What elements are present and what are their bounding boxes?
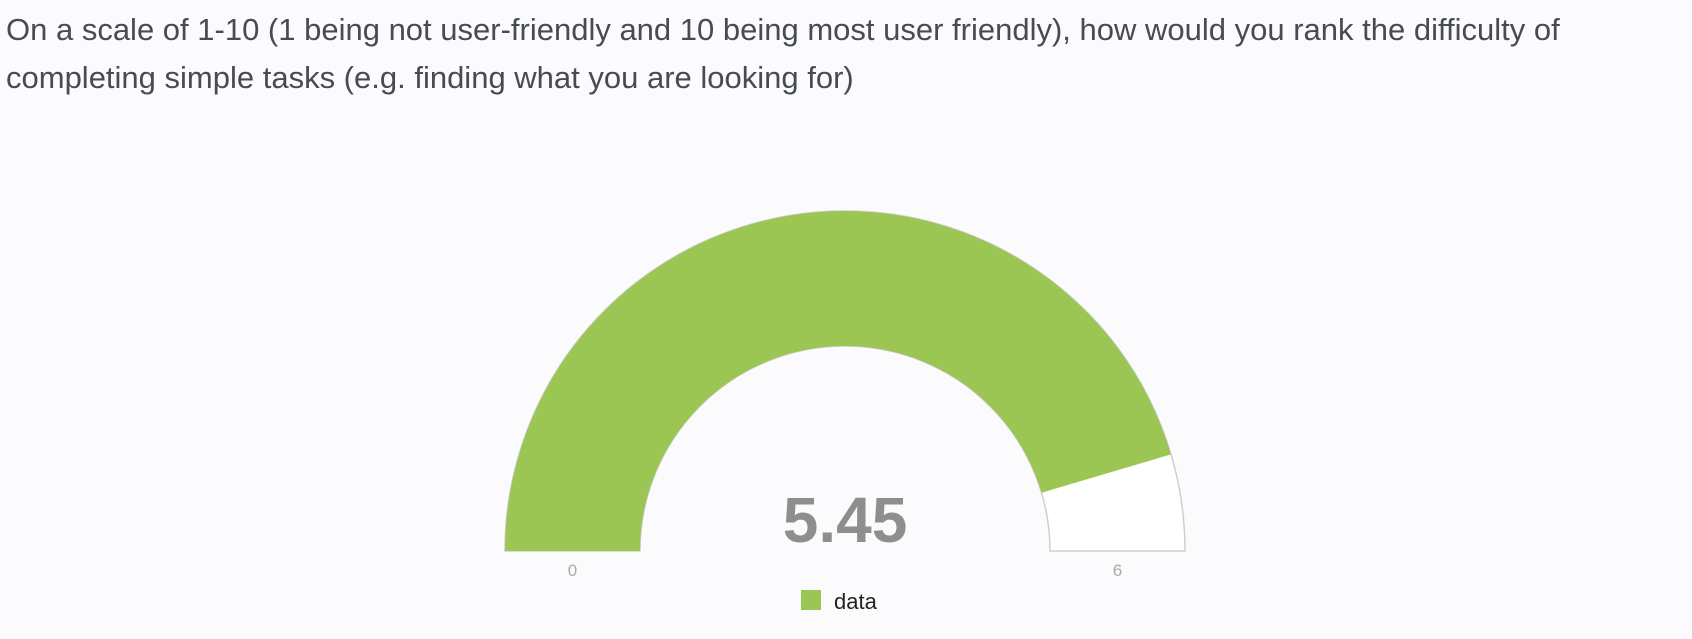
legend-label: data [834, 589, 878, 614]
gauge-max-label: 6 [1113, 561, 1122, 580]
gauge-value-label: 5.45 [783, 484, 908, 556]
gauge-chart: 5.45 0 6 data [0, 0, 1692, 634]
gauge-svg: 5.45 0 6 data [504, 210, 1186, 614]
legend: data [801, 589, 878, 614]
gauge-min-label: 0 [568, 561, 577, 580]
legend-swatch [801, 590, 821, 610]
